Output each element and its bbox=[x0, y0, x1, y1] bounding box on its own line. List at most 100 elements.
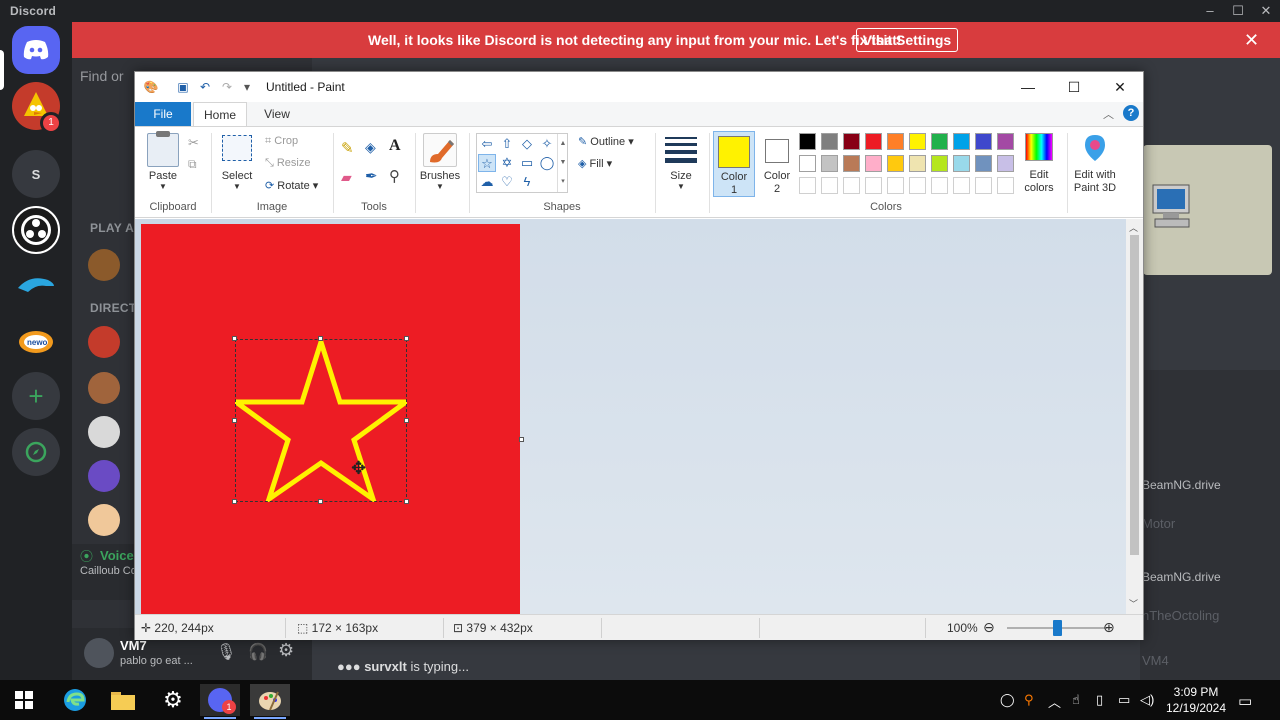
dm-avatar-1[interactable] bbox=[88, 326, 120, 358]
member-name[interactable]: VM4 bbox=[1142, 653, 1169, 668]
voice-channel-name[interactable]: Cailloub Co bbox=[80, 565, 137, 577]
selection-handle[interactable] bbox=[404, 418, 409, 423]
tray-circle-icon[interactable]: ◯ bbox=[1000, 692, 1015, 708]
banner-close-icon[interactable]: ✕ bbox=[1244, 30, 1259, 51]
zoom-out-icon[interactable]: ⊖ bbox=[983, 619, 995, 636]
headphones-icon[interactable]: 🎧 bbox=[248, 642, 268, 662]
edit-with-paint3d-button[interactable]: Edit with Paint 3D bbox=[1069, 169, 1121, 195]
tab-view[interactable]: View bbox=[253, 102, 301, 126]
discord-home-icon[interactable] bbox=[12, 26, 60, 74]
member-name[interactable]: nTheOctoling bbox=[1142, 608, 1219, 623]
select-dropdown-icon[interactable]: ▼ bbox=[231, 182, 243, 191]
palette-empty-swatch[interactable] bbox=[997, 177, 1014, 194]
edge-icon[interactable] bbox=[55, 684, 95, 716]
save-icon[interactable]: ▣ bbox=[175, 79, 191, 95]
palette-swatch[interactable] bbox=[887, 133, 904, 150]
palette-swatch[interactable] bbox=[799, 133, 816, 150]
resize-button[interactable]: ⤡ Resize bbox=[265, 157, 310, 170]
shape-diamond-icon[interactable]: ◇ bbox=[518, 135, 536, 153]
paint-close-button[interactable]: ✕ bbox=[1097, 72, 1143, 102]
palette-swatch[interactable] bbox=[821, 133, 838, 150]
fill-bucket-icon[interactable]: ◈ bbox=[365, 139, 376, 156]
shape-six-point-star-icon[interactable]: ✡ bbox=[498, 154, 516, 172]
discord-maximize-button[interactable]: ☐ bbox=[1229, 2, 1247, 20]
rotate-button[interactable]: ⟳ Rotate ▾ bbox=[265, 179, 318, 192]
shape-callout-oval-icon[interactable]: ◯ bbox=[538, 154, 556, 172]
zoom-slider-track[interactable] bbox=[1007, 620, 1107, 636]
volume-icon[interactable]: ◁) bbox=[1140, 692, 1154, 708]
file-explorer-icon[interactable] bbox=[103, 684, 143, 716]
size-button[interactable]: Size bbox=[661, 170, 701, 182]
select-button[interactable]: Select bbox=[217, 170, 257, 182]
paint-maximize-button[interactable]: ☐ bbox=[1051, 72, 1097, 102]
palette-swatch[interactable] bbox=[843, 155, 860, 172]
taskbar-paint-icon[interactable] bbox=[250, 684, 290, 716]
discord-minimize-button[interactable]: – bbox=[1201, 2, 1219, 20]
visit-settings-button[interactable]: Visit Settings bbox=[856, 28, 958, 52]
shape-callout-cloud-icon[interactable]: ☁ bbox=[478, 173, 496, 191]
user-settings-gear-icon[interactable]: ⚙ bbox=[278, 640, 294, 661]
paste-dropdown-icon[interactable]: ▼ bbox=[157, 182, 169, 191]
paste-button[interactable]: Paste bbox=[143, 170, 183, 182]
cut-icon[interactable]: ✂ bbox=[188, 135, 199, 151]
paste-icon[interactable] bbox=[147, 131, 179, 167]
palette-swatch[interactable] bbox=[931, 133, 948, 150]
palette-empty-swatch[interactable] bbox=[821, 177, 838, 194]
size-icon[interactable] bbox=[665, 135, 697, 163]
select-icon[interactable] bbox=[222, 135, 252, 161]
user-avatar[interactable] bbox=[84, 638, 114, 668]
server-newo-icon[interactable]: newo bbox=[12, 318, 60, 366]
scroll-down-icon[interactable]: ﹀ bbox=[1129, 597, 1138, 610]
tray-chevron-icon[interactable]: ︿ bbox=[1048, 692, 1061, 711]
magnifier-icon[interactable]: ⚲ bbox=[389, 167, 400, 185]
add-server-icon[interactable]: + bbox=[12, 372, 60, 420]
color1-button[interactable]: Color 1 bbox=[713, 131, 755, 197]
outline-dropdown[interactable]: ✎ Outline ▾ bbox=[578, 135, 634, 148]
palette-empty-swatch[interactable] bbox=[843, 177, 860, 194]
network-icon[interactable]: ▭ bbox=[1118, 692, 1130, 708]
color-picker-icon[interactable]: ✒ bbox=[365, 167, 378, 185]
selection-handle[interactable] bbox=[404, 336, 409, 341]
palette-empty-swatch[interactable] bbox=[931, 177, 948, 194]
canvas-resize-handle[interactable] bbox=[519, 437, 524, 442]
dm-avatar-2[interactable] bbox=[88, 372, 120, 404]
palette-empty-swatch[interactable] bbox=[953, 177, 970, 194]
color2-button[interactable]: Color 2 bbox=[757, 131, 799, 197]
palette-empty-swatch[interactable] bbox=[865, 177, 882, 194]
brushes-dropdown-icon[interactable]: ▼ bbox=[434, 182, 446, 191]
palette-swatch[interactable] bbox=[799, 155, 816, 172]
pencil-icon[interactable]: ✎ bbox=[341, 139, 354, 157]
palette-swatch[interactable] bbox=[909, 133, 926, 150]
notifications-icon[interactable]: ▭ bbox=[1238, 692, 1252, 710]
member-name[interactable]: Motor bbox=[1142, 516, 1175, 531]
settings-gear-icon[interactable]: ⚙ bbox=[153, 684, 193, 716]
usb-icon[interactable]: ▯ bbox=[1096, 692, 1103, 708]
paint-minimize-button[interactable]: — bbox=[1005, 72, 1051, 102]
palette-swatch[interactable] bbox=[953, 133, 970, 150]
palette-empty-swatch[interactable] bbox=[799, 177, 816, 194]
selection-box[interactable] bbox=[235, 339, 407, 502]
activity-avatar[interactable] bbox=[88, 249, 120, 281]
shape-lightning-icon[interactable]: ϟ bbox=[518, 173, 536, 191]
vertical-scrollbar[interactable]: ︿ ﹀ bbox=[1126, 219, 1143, 614]
palette-empty-swatch[interactable] bbox=[887, 177, 904, 194]
palette-swatch[interactable] bbox=[821, 155, 838, 172]
palette-swatch[interactable] bbox=[909, 155, 926, 172]
palette-swatch[interactable] bbox=[843, 133, 860, 150]
palette-swatch[interactable] bbox=[953, 155, 970, 172]
shape-star-icon[interactable]: ☆ bbox=[478, 154, 496, 172]
system-clock[interactable]: 3:09 PM 12/19/2024 bbox=[1162, 684, 1230, 716]
selection-handle[interactable] bbox=[318, 499, 323, 504]
copy-icon[interactable]: ⧉ bbox=[188, 157, 197, 172]
customize-qat-icon[interactable]: ▾ bbox=[239, 79, 255, 95]
tab-file[interactable]: File bbox=[135, 102, 191, 126]
selection-handle[interactable] bbox=[232, 336, 237, 341]
explore-servers-icon[interactable] bbox=[12, 428, 60, 476]
palette-swatch[interactable] bbox=[997, 133, 1014, 150]
tab-home[interactable]: Home bbox=[193, 102, 247, 126]
tray-search-icon[interactable]: ⚲ bbox=[1024, 692, 1034, 708]
palette-empty-swatch[interactable] bbox=[909, 177, 926, 194]
brushes-icon[interactable] bbox=[423, 133, 457, 167]
scroll-up-icon[interactable]: ︿ bbox=[1129, 221, 1138, 234]
shape-four-point-star-icon[interactable]: ✧ bbox=[538, 135, 556, 153]
